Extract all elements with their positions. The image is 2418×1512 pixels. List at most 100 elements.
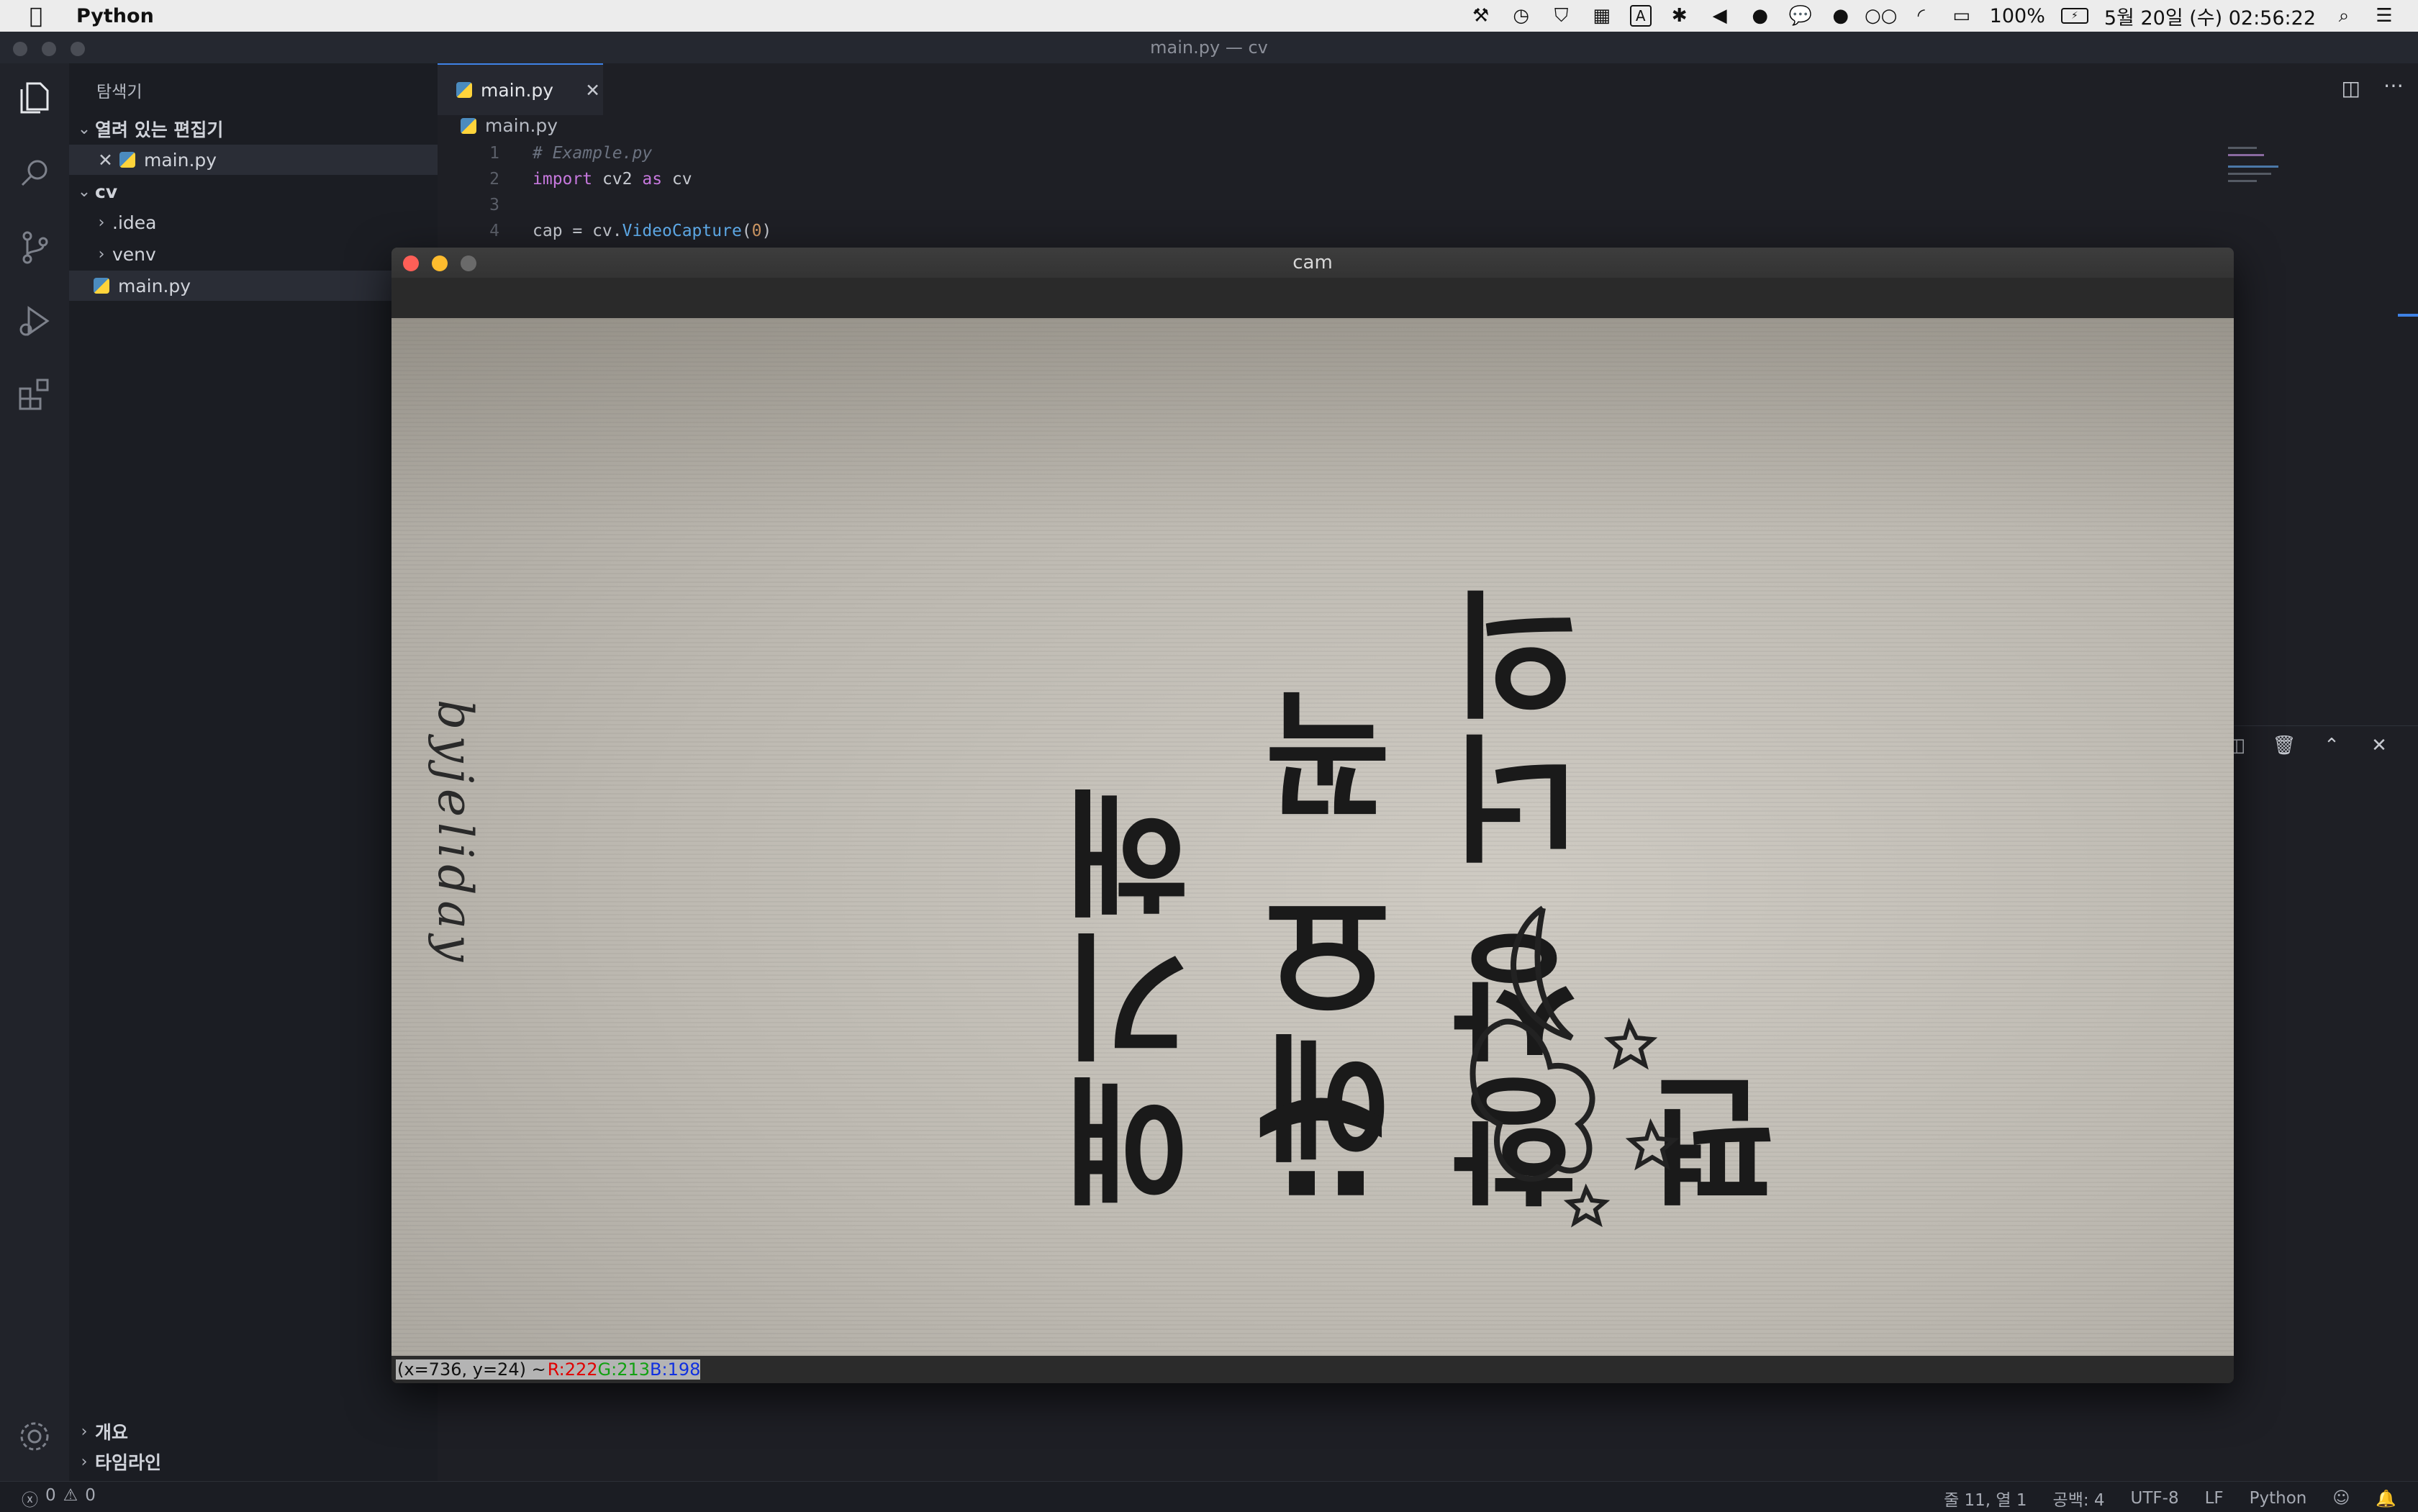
cam-close-button[interactable] xyxy=(403,255,419,271)
folder-header-cv[interactable]: ⌄ cv xyxy=(69,176,438,207)
timeline-label: 타임라인 xyxy=(95,1452,162,1473)
glasses-icon[interactable]: ○○ xyxy=(1865,4,1897,28)
line-number: 1 xyxy=(489,144,499,163)
open-editor-filename: main.py xyxy=(144,149,217,171)
encoding[interactable]: UTF-8 xyxy=(2131,1489,2179,1508)
cam-green-value: G:213 xyxy=(597,1359,651,1380)
python-file-icon xyxy=(94,278,109,294)
cam-window[interactable]: cam 항상 너의 편 에요 꼭 얘기해 :) byjeliday (x=736… xyxy=(391,248,2234,1383)
menubar-clock[interactable]: 5월 20일 (수) 02:56:22 xyxy=(2104,2,2316,30)
apple-menu-icon[interactable]:  xyxy=(14,4,58,29)
warning-count: 0 xyxy=(85,1486,96,1505)
clock-icon[interactable]: ◷ xyxy=(1509,4,1534,28)
explorer-title: 탐색기 xyxy=(96,83,142,101)
window-minimize-button[interactable] xyxy=(42,42,56,56)
tree-item-label: main.py xyxy=(118,275,191,296)
signature-text: byjeliday xyxy=(427,700,483,968)
settings-gear-icon[interactable] xyxy=(14,1416,55,1457)
window-title: main.py — cv xyxy=(1150,37,1268,58)
moon-cloud-doodle xyxy=(1470,905,1680,1228)
tree-item-idea[interactable]: › .idea xyxy=(69,207,438,237)
open-editor-item[interactable]: ✕ main.py xyxy=(69,145,438,175)
cursor-position[interactable]: 줄 11, 열 1 xyxy=(1944,1486,2027,1511)
more-actions-icon[interactable]: ⋯ xyxy=(2383,73,2404,97)
cam-blue-value: B:198 xyxy=(650,1359,701,1380)
problems-indicator[interactable]: ⓧ 0 ⚠ 0 xyxy=(22,1486,96,1511)
notifications-bell-icon[interactable]: 🔔 xyxy=(2376,1489,2396,1508)
chevron-right-icon: › xyxy=(81,1422,88,1441)
timeline-section-header[interactable]: › 타임라인 xyxy=(69,1447,438,1477)
tab-close-icon[interactable]: ✕ xyxy=(585,80,600,101)
wifi-icon[interactable]: ◜ xyxy=(1909,4,1934,28)
tree-item-venv[interactable]: › venv xyxy=(69,239,438,269)
close-panel-icon[interactable]: ✕ xyxy=(2366,733,2392,759)
scroll-indicator[interactable] xyxy=(2398,314,2418,317)
open-editors-header[interactable]: ⌄ 열려 있는 편집기 xyxy=(69,114,438,144)
extensions-icon[interactable] xyxy=(14,374,55,415)
chat-icon[interactable]: 💬 xyxy=(1788,4,1813,28)
battery-icon[interactable]: ⚡ xyxy=(2060,8,2088,24)
breadcrumb: main.py xyxy=(461,115,558,136)
window-zoom-button[interactable] xyxy=(71,42,85,56)
input-source-icon[interactable]: A xyxy=(1629,5,1652,27)
cam-minimize-button[interactable] xyxy=(432,255,448,271)
code-text: import cv2 as cv xyxy=(533,170,692,189)
run-debug-icon[interactable] xyxy=(14,301,55,341)
language-mode[interactable]: Python xyxy=(2250,1489,2307,1508)
open-editors-label: 열려 있는 편집기 xyxy=(95,119,224,140)
minimap[interactable] xyxy=(2228,144,2314,202)
feedback-icon[interactable]: ☺ xyxy=(2332,1489,2350,1508)
outline-section-header[interactable]: › 개요 xyxy=(69,1416,438,1447)
code-text: cap = cv.VideoCapture(0) xyxy=(533,222,772,240)
notification-center-icon[interactable]: ☰ xyxy=(2372,4,2396,28)
search-icon[interactable] xyxy=(14,153,55,193)
end-of-line[interactable]: LF xyxy=(2205,1489,2224,1508)
cam-zoom-button[interactable] xyxy=(461,255,476,271)
close-icon[interactable]: ✕ xyxy=(98,150,119,171)
tab-label: main.py xyxy=(481,79,554,101)
chevron-down-icon: ⌄ xyxy=(77,182,91,201)
source-control-icon[interactable] xyxy=(14,227,55,268)
cam-titlebar[interactable]: cam xyxy=(391,248,2234,278)
camera-frame-image[interactable]: 항상 너의 편 에요 꼭 얘기해 :) byjeliday xyxy=(391,318,2234,1356)
app-menu-name[interactable]: Python xyxy=(76,5,154,27)
trash-icon[interactable]: 🗑 xyxy=(2271,733,2297,759)
cam-red-value: R:222 xyxy=(547,1359,598,1380)
tab-main-py[interactable]: main.py ✕ xyxy=(438,63,603,115)
bluetooth-icon[interactable]: ✱ xyxy=(1667,4,1692,28)
tool-icon[interactable]: ⚒ xyxy=(1469,4,1493,28)
status-bar: ⓧ 0 ⚠ 0 줄 11, 열 1 공백: 4 UTF-8 LF Python … xyxy=(0,1481,2418,1512)
editor-tab-bar: main.py ✕ ◫ ⋯ xyxy=(438,63,2418,115)
cam-title: cam xyxy=(1292,252,1333,273)
code-text: # Example.py xyxy=(533,144,653,163)
warning-icon: ⚠ xyxy=(63,1486,78,1505)
tree-item-label: venv xyxy=(112,243,156,265)
outline-label: 개요 xyxy=(95,1422,129,1443)
tree-item-main-py[interactable]: main.py xyxy=(69,271,438,301)
grid-icon[interactable]: ▦ xyxy=(1590,4,1614,28)
spotlight-search-icon[interactable]: ⌕ xyxy=(2332,4,2356,28)
indentation[interactable]: 공백: 4 xyxy=(2053,1486,2105,1511)
shield-icon[interactable]: ⛉ xyxy=(1549,4,1574,28)
breadcrumb-file[interactable]: main.py xyxy=(485,115,558,136)
code-line: 1 # Example.py xyxy=(438,144,2165,170)
chevron-down-icon: ⌄ xyxy=(77,119,91,138)
split-editor-icon[interactable]: ◫ xyxy=(2342,76,2360,100)
code-line: 2 import cv2 as cv xyxy=(438,170,2165,196)
python-file-icon xyxy=(119,152,135,168)
dot-icon[interactable]: ● xyxy=(1829,4,1853,28)
activity-bar xyxy=(0,63,69,1494)
dot-icon[interactable]: ● xyxy=(1748,4,1772,28)
chevron-right-icon: › xyxy=(98,213,105,232)
window-close-button[interactable] xyxy=(13,42,27,56)
cam-toolbar xyxy=(391,278,2234,318)
line-number: 4 xyxy=(489,222,499,240)
maximize-panel-icon[interactable]: ⌃ xyxy=(2319,733,2345,759)
display-icon[interactable]: ▭ xyxy=(1950,4,1974,28)
panel-toolbar: ◫ 🗑 ⌃ ✕ xyxy=(2224,733,2392,759)
volume-icon[interactable]: ◀ xyxy=(1708,4,1732,28)
folder-name: cv xyxy=(95,181,118,202)
explorer-icon[interactable] xyxy=(14,78,55,118)
printed-text-line: 얘기해 :) xyxy=(1059,779,1396,1210)
line-number: 3 xyxy=(489,196,499,214)
